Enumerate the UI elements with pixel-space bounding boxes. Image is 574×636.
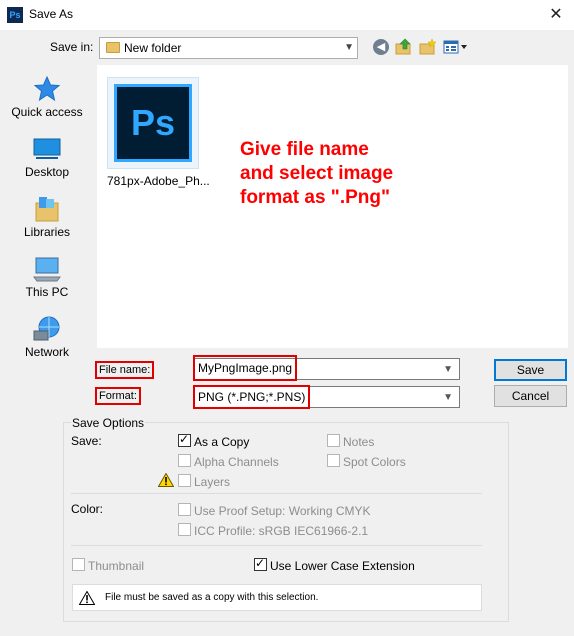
back-icon[interactable]: ◀ bbox=[373, 39, 389, 55]
format-label: Format: bbox=[95, 387, 141, 405]
place-this-pc[interactable]: This PC bbox=[3, 255, 91, 299]
notes-checkbox[interactable] bbox=[327, 434, 340, 447]
use-proof-setup-label[interactable]: Use Proof Setup: Working CMYK bbox=[194, 504, 371, 518]
color-label: Color: bbox=[71, 502, 104, 516]
message-text: File must be saved as a copy with this s… bbox=[105, 592, 319, 603]
format-value[interactable]: PNG (*.PNG;*.PNS) bbox=[193, 385, 311, 409]
spot-colors-checkbox[interactable] bbox=[327, 454, 340, 467]
new-folder-icon[interactable] bbox=[419, 38, 437, 56]
use-proof-setup-checkbox[interactable] bbox=[178, 503, 191, 516]
title-bar: Ps Save As ✕ bbox=[0, 0, 574, 30]
place-libraries[interactable]: Libraries bbox=[3, 195, 91, 239]
as-a-copy-checkbox[interactable] bbox=[178, 432, 191, 447]
save-in-label: Save in: bbox=[50, 40, 94, 54]
place-label: Quick access bbox=[11, 105, 83, 119]
place-network[interactable]: Network bbox=[3, 315, 91, 359]
icc-profile-checkbox[interactable] bbox=[178, 523, 191, 536]
save-in-value: New folder bbox=[124, 41, 182, 55]
alpha-channels-checkbox[interactable] bbox=[178, 454, 191, 467]
thumbnail-label[interactable]: Thumbnail bbox=[88, 559, 144, 573]
place-desktop[interactable]: Desktop bbox=[3, 135, 91, 179]
photoshop-app-icon: Ps bbox=[7, 7, 23, 23]
file-name-value[interactable]: MyPngImage.png bbox=[193, 355, 298, 381]
save-in-dropdown[interactable]: New folder ▼ bbox=[99, 37, 358, 59]
network-icon bbox=[32, 315, 62, 343]
as-a-copy-label[interactable]: As a Copy bbox=[194, 435, 249, 449]
place-quick-access[interactable]: Quick access bbox=[3, 75, 91, 119]
chevron-down-icon[interactable]: ▼ bbox=[443, 392, 453, 403]
warning-icon bbox=[157, 472, 175, 487]
lower-case-extension-label[interactable]: Use Lower Case Extension bbox=[270, 559, 415, 573]
notes-label[interactable]: Notes bbox=[343, 435, 374, 449]
place-label: Network bbox=[24, 345, 69, 359]
place-label: Libraries bbox=[23, 225, 71, 239]
star-icon bbox=[32, 75, 62, 103]
place-label: This PC bbox=[25, 285, 69, 299]
spot-colors-label[interactable]: Spot Colors bbox=[343, 455, 406, 469]
message-box: File must be saved as a copy with this s… bbox=[72, 584, 482, 611]
place-label: Desktop bbox=[24, 165, 70, 179]
thumbnail-checkbox[interactable] bbox=[72, 558, 85, 571]
places-bar: Quick access Desktop Libraries This PC N… bbox=[3, 65, 91, 370]
save-label: Save: bbox=[71, 434, 102, 448]
icc-profile-label[interactable]: ICC Profile: sRGB IEC61966-2.1 bbox=[194, 524, 368, 538]
file-name-label: File name: bbox=[95, 361, 155, 379]
layers-checkbox[interactable] bbox=[178, 474, 191, 487]
chevron-down-icon: ▼ bbox=[344, 42, 354, 53]
window-title: Save As bbox=[29, 7, 74, 21]
file-item-name[interactable]: 781px-Adobe_Ph... bbox=[107, 174, 210, 188]
libraries-icon bbox=[32, 195, 62, 223]
computer-icon bbox=[32, 255, 62, 283]
desktop-icon bbox=[32, 135, 62, 163]
chevron-down-icon[interactable]: ▼ bbox=[443, 364, 453, 375]
close-button[interactable]: ✕ bbox=[544, 3, 568, 27]
save-options-title: Save Options bbox=[71, 416, 146, 430]
divider bbox=[71, 493, 482, 494]
cancel-button[interactable]: Cancel bbox=[494, 385, 567, 407]
photoshop-file-icon: Ps bbox=[114, 84, 192, 162]
divider bbox=[71, 545, 482, 546]
folder-icon bbox=[106, 42, 120, 53]
alpha-channels-label[interactable]: Alpha Channels bbox=[194, 455, 279, 469]
save-button[interactable]: Save bbox=[494, 359, 567, 381]
lower-case-extension-checkbox[interactable] bbox=[254, 556, 267, 571]
file-item[interactable]: Ps bbox=[107, 77, 199, 169]
annotation-text: Give file name and select image format a… bbox=[240, 139, 394, 208]
file-list[interactable]: Ps 781px-Adobe_Ph... Give file name and … bbox=[97, 65, 568, 348]
warning-icon bbox=[78, 590, 96, 605]
view-menu-icon[interactable] bbox=[443, 38, 469, 56]
layers-label[interactable]: Layers bbox=[194, 475, 230, 489]
up-folder-icon[interactable] bbox=[395, 38, 413, 56]
